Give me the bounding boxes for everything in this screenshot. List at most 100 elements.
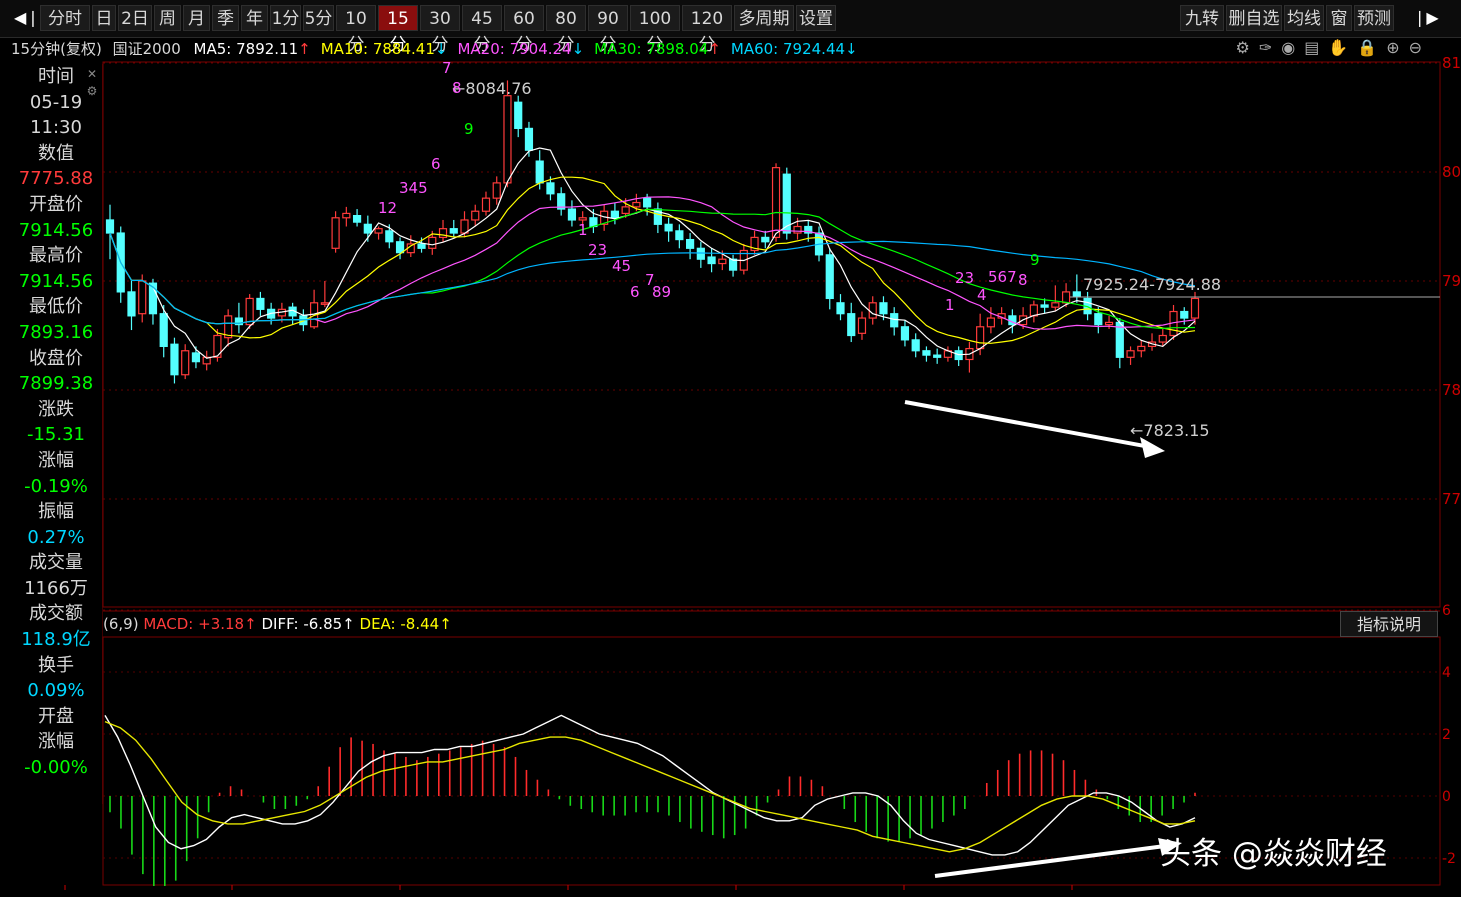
td-count-12: 1 (945, 296, 955, 314)
candle-body-40 (535, 160, 544, 184)
candle-body-70 (857, 317, 867, 334)
macd-diff-line (104, 714, 1196, 856)
candle-body-3 (138, 280, 147, 315)
candle-body-72 (879, 302, 888, 315)
candle-body-57 (718, 258, 727, 265)
candle-body-74 (900, 326, 910, 341)
candle-body-38 (514, 101, 523, 129)
candle-body-8 (191, 352, 201, 363)
candle-body-35 (481, 197, 491, 212)
low-price-label: ←7823.15 (1130, 421, 1210, 440)
td-count-16: 8 (1018, 271, 1028, 289)
td-count-9: 6 (630, 283, 640, 301)
candle-body-22 (342, 212, 351, 219)
candle-body-81 (976, 326, 985, 350)
td-count-2: 6 (431, 155, 441, 173)
candle-body-96 (1137, 345, 1146, 352)
candle-body-0 (105, 219, 115, 234)
candle-body-75 (911, 339, 920, 352)
candle-body-39 (524, 127, 534, 151)
candle-body-13 (245, 297, 254, 326)
candle-body-21 (331, 217, 340, 249)
candle-body-52 (664, 223, 673, 232)
kline-chart[interactable]: 8180797877←8084.76←7823.157925.24-7924.8… (0, 0, 1461, 897)
candle-body-29 (417, 243, 426, 249)
candle-body-92 (1094, 313, 1103, 326)
td-count-1: 345 (399, 179, 428, 197)
price-axis-tick-0: 81 (1442, 54, 1461, 72)
candle-body-71 (868, 302, 877, 319)
td-count-14: 4 (977, 286, 987, 304)
price-axis-tick-4: 77 (1442, 490, 1461, 508)
candle-body-95 (1126, 350, 1135, 358)
candle-body-88 (1051, 302, 1060, 308)
candle-body-36 (492, 182, 501, 199)
candle-body-27 (395, 241, 405, 254)
time-axis-strip (0, 886, 1461, 897)
td-count-13: 23 (955, 269, 974, 287)
candle-body-89 (1061, 291, 1071, 304)
td-count-8: 45 (612, 257, 631, 275)
td-count-5: 9 (464, 120, 474, 138)
macd-trend-arrow-line (934, 844, 1166, 878)
candle-body-49 (632, 201, 641, 208)
indicator-explain-button[interactable]: 指标说明 (1340, 611, 1438, 637)
price-axis-tick-3: 78 (1442, 381, 1461, 399)
td-count-15: 567 (988, 268, 1017, 286)
td-count-4: 8 (452, 79, 462, 97)
watermark-text: 头条 @焱焱财经 (1160, 836, 1387, 872)
candle-body-26 (385, 230, 394, 243)
candle-body-2 (127, 291, 136, 317)
macd-axis-tick-1: 4 (1442, 665, 1451, 681)
candle-body-5 (159, 313, 168, 348)
td-count-0: 12 (378, 199, 397, 217)
candle-body-56 (707, 256, 716, 265)
candle-body-43 (567, 208, 577, 221)
candle-body-50 (643, 197, 652, 208)
candle-body-25 (374, 228, 383, 234)
macd-axis-tick-0: 6 (1442, 603, 1451, 619)
candle-body-55 (696, 247, 705, 260)
candle-body-93 (1104, 321, 1114, 326)
macd-header: (6,9) MACD: +3.18↑ DIFF: -6.85↑ DEA: -8.… (103, 612, 452, 636)
candle-body-34 (471, 210, 480, 221)
candle-body-62 (771, 167, 781, 239)
macd-params: (6,9) (103, 615, 139, 633)
candle-body-44 (578, 217, 587, 221)
candle-body-41 (546, 182, 555, 195)
candle-body-20 (320, 302, 329, 305)
candle-body-47 (610, 210, 620, 219)
td-count-11: 89 (652, 283, 671, 301)
dea-value: DEA: -8.44↑ (359, 615, 452, 633)
candle-body-69 (847, 313, 856, 337)
candle-body-61 (761, 236, 770, 243)
macd-dea-line (104, 720, 1196, 853)
candle-body-76 (922, 350, 931, 356)
candle-body-23 (352, 215, 362, 223)
candle-body-77 (933, 354, 942, 358)
candle-body-48 (621, 206, 630, 215)
candle-body-73 (890, 313, 899, 328)
candle-body-6 (170, 343, 179, 376)
td-count-7: 23 (588, 241, 607, 259)
candle-body-82 (986, 317, 995, 328)
price-trend-arrow-line (904, 400, 1151, 449)
candle-body-63 (782, 173, 791, 234)
price-pane-frame (102, 61, 1441, 608)
candle-body-100 (1180, 310, 1189, 319)
candle-body-24 (363, 223, 372, 234)
diff-value: DIFF: -6.85↑ (261, 615, 355, 633)
candle-body-14 (256, 297, 265, 310)
macd-value: MACD: +3.18↑ (143, 615, 257, 633)
candle-body-31 (438, 228, 448, 238)
price-trend-arrow-head (1140, 437, 1165, 458)
macd-axis-tick-3: 0 (1442, 789, 1451, 805)
candle-body-58 (728, 258, 738, 271)
macd-axis-tick-4: -2 (1442, 851, 1456, 867)
candle-body-86 (1029, 304, 1038, 317)
td-count-6: 1 (578, 221, 588, 239)
macd-axis-tick-2: 2 (1442, 727, 1451, 743)
candle-body-101 (1190, 297, 1200, 319)
candle-body-67 (825, 254, 834, 300)
price-range-label: 7925.24-7924.88 (1083, 275, 1221, 294)
